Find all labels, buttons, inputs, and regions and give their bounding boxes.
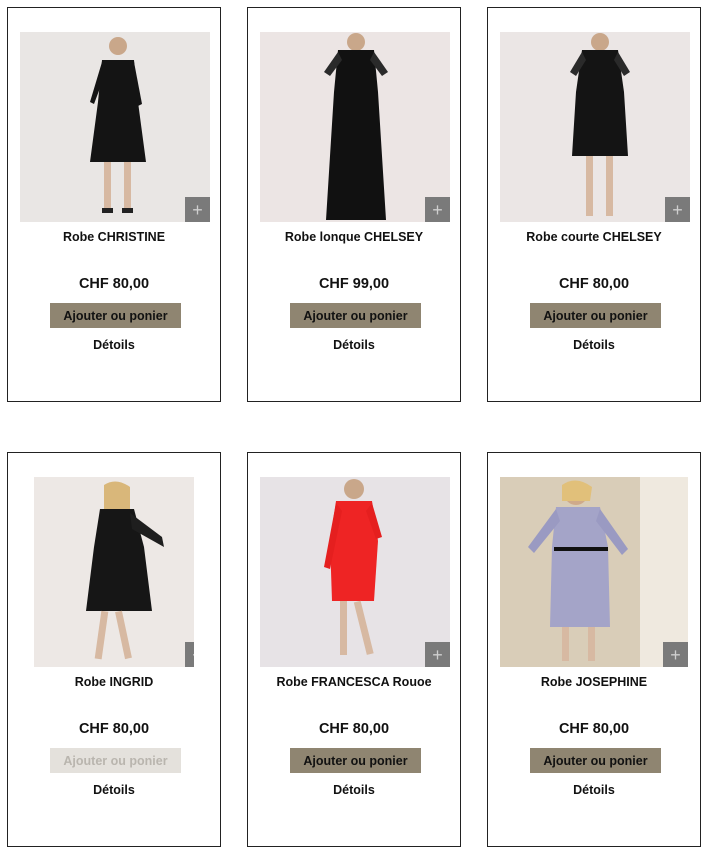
- product-price: CHF 80,00: [78, 721, 150, 737]
- product-card: + Robe CHRISTINE CHF 80,00 Ajouter ou po…: [7, 7, 221, 402]
- product-photo[interactable]: +: [260, 32, 450, 222]
- details-link[interactable]: Détoils: [8, 338, 220, 352]
- product-name[interactable]: Robe JOSEPHINE: [488, 675, 700, 689]
- add-to-cart-button[interactable]: Ajouter ou ponier: [50, 303, 181, 328]
- dress-illustration: [20, 32, 210, 222]
- add-to-cart-button[interactable]: Ajouter ou ponier: [290, 303, 421, 328]
- dress-illustration: [34, 477, 194, 667]
- product-card: + Robe JOSEPHINE CHF 80,00 Ajouter ou po…: [487, 452, 701, 847]
- product-price: CHF 80,00: [318, 721, 390, 737]
- add-to-cart-button[interactable]: Ajouter ou ponier: [530, 748, 661, 773]
- dress-illustration: [260, 477, 450, 667]
- product-name[interactable]: Robe CHRISTINE: [8, 230, 220, 244]
- zoom-icon[interactable]: +: [665, 197, 690, 222]
- product-price: CHF 80,00: [558, 721, 630, 737]
- add-to-cart-button[interactable]: Ajouter ou ponier: [530, 303, 661, 328]
- zoom-icon[interactable]: +: [425, 197, 450, 222]
- product-photo[interactable]: +: [20, 32, 210, 222]
- product-price: CHF 80,00: [558, 276, 630, 292]
- product-photo[interactable]: +: [34, 477, 194, 667]
- product-name[interactable]: Robe INGRID: [8, 675, 220, 689]
- product-card: + Robe FRANCESCA Rouoe CHF 80,00 Ajouter…: [247, 452, 461, 847]
- product-name[interactable]: Robe FRANCESCA Rouoe: [248, 675, 460, 689]
- details-link[interactable]: Détoils: [248, 783, 460, 797]
- zoom-icon[interactable]: +: [185, 197, 210, 222]
- dress-illustration: [500, 32, 690, 222]
- details-link[interactable]: Détoils: [488, 783, 700, 797]
- details-link[interactable]: Détoils: [8, 783, 220, 797]
- add-to-cart-button[interactable]: Ajouter ou ponier: [290, 748, 421, 773]
- dress-illustration: [260, 32, 450, 222]
- product-photo[interactable]: +: [500, 477, 688, 667]
- dress-illustration: [500, 477, 688, 667]
- product-photo[interactable]: +: [500, 32, 690, 222]
- add-to-cart-button-disabled: Ajouter ou ponier: [50, 748, 181, 773]
- product-card: + Robe lonque CHELSEY CHF 99,00 Ajouter …: [247, 7, 461, 402]
- product-name[interactable]: Robe lonque CHELSEY: [248, 230, 460, 244]
- product-price: CHF 80,00: [78, 276, 150, 292]
- product-card: + Robe courte CHELSEY CHF 80,00 Ajouter …: [487, 7, 701, 402]
- product-card: + Robe INGRID CHF 80,00 Ajouter ou ponie…: [7, 452, 221, 847]
- zoom-icon[interactable]: +: [425, 642, 450, 667]
- zoom-icon[interactable]: +: [663, 642, 688, 667]
- product-price: CHF 99,00: [318, 276, 390, 292]
- product-photo[interactable]: +: [260, 477, 450, 667]
- details-link[interactable]: Détoils: [488, 338, 700, 352]
- zoom-icon[interactable]: +: [185, 642, 194, 667]
- details-link[interactable]: Détoils: [248, 338, 460, 352]
- product-name[interactable]: Robe courte CHELSEY: [488, 230, 700, 244]
